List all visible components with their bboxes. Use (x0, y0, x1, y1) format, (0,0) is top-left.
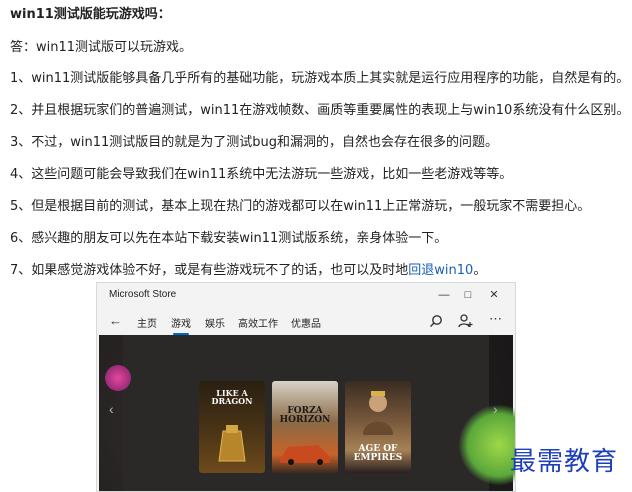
store-titlebar: Microsoft Store — □ ✕ (97, 283, 515, 307)
tab-games[interactable]: 游戏 (171, 315, 191, 335)
carousel-prev-icon[interactable]: ‹ (109, 401, 114, 417)
more-icon[interactable]: ⋯ (489, 311, 502, 327)
store-screenshot: Microsoft Store — □ ✕ ← 主页 游戏 娱乐 高效工作 优惠… (96, 282, 516, 492)
game-title: AGE OF EMPIRES (353, 444, 403, 464)
back-arrow-icon[interactable]: ← (109, 313, 122, 328)
game-art (218, 425, 246, 462)
game-title: LIKE A DRAGON (211, 388, 253, 407)
point-5: 5、但是根据目前的测试，基本上现在热门的游戏都可以在win11上正常游玩，一般玩… (10, 199, 591, 214)
point-7-prefix: 7、如果感觉游戏体验不好，或是有些游戏玩不了的话，也可以及时地 (10, 263, 409, 278)
decor-bubble (105, 365, 131, 391)
tab-productivity[interactable]: 高效工作 (238, 315, 278, 330)
tab-entertainment[interactable]: 娱乐 (205, 315, 225, 330)
point-7-suffix: 。 (473, 263, 487, 278)
store-content: ‹ › LIKE A DRAGON FORZA HORIZON AGE OF E… (99, 335, 515, 491)
close-icon[interactable]: ✕ (481, 286, 507, 304)
game-card[interactable]: LIKE A DRAGON (199, 381, 265, 473)
store-nav: ← 主页 游戏 娱乐 高效工作 优惠品 ⋯ (97, 307, 515, 335)
rollback-win10-link[interactable]: 回退win10 (408, 263, 473, 278)
store-app-title: Microsoft Store (109, 289, 177, 300)
minimize-icon[interactable]: — (431, 286, 457, 304)
tab-home[interactable]: 主页 (137, 315, 157, 330)
game-art (280, 445, 330, 465)
game-card[interactable]: AGE OF EMPIRES (345, 381, 411, 473)
point-7: 7、如果感觉游戏体验不好，或是有些游戏玩不了的话，也可以及时地回退win10。 (10, 259, 486, 278)
account-icon[interactable] (457, 313, 473, 329)
search-icon[interactable] (429, 314, 443, 328)
point-1: 1、win11测试版能够具备几乎所有的基础功能，玩游戏本质上其实就是运行应用程序… (10, 71, 630, 86)
point-2: 2、并且根据玩家们的普遍测试，win11在游戏帧数、画质等重要属性的表现上与wi… (10, 103, 630, 118)
article-title: win11测试版能玩游戏吗： (10, 7, 171, 22)
site-watermark: 最需教育 (510, 447, 619, 477)
answer-line: 答：win11测试版可以玩游戏。 (10, 40, 193, 55)
maximize-icon[interactable]: □ (455, 286, 481, 304)
game-title: FORZA HORIZON (279, 406, 331, 426)
point-3: 3、不过，win11测试版目的就是为了测试bug和漏洞的，自然也会存在很多的问题… (10, 135, 499, 150)
point-4: 4、这些问题可能会导致我们在win11系统中无法游玩一些游戏，比如一些老游戏等等… (10, 167, 513, 182)
point-6: 6、感兴趣的朋友可以先在本站下载安装win11测试版系统，亲身体验一下。 (10, 231, 448, 246)
game-card[interactable]: FORZA HORIZON (272, 381, 338, 473)
tab-deals[interactable]: 优惠品 (291, 315, 321, 330)
carousel-next-icon[interactable]: › (493, 401, 498, 417)
game-art (363, 391, 393, 435)
